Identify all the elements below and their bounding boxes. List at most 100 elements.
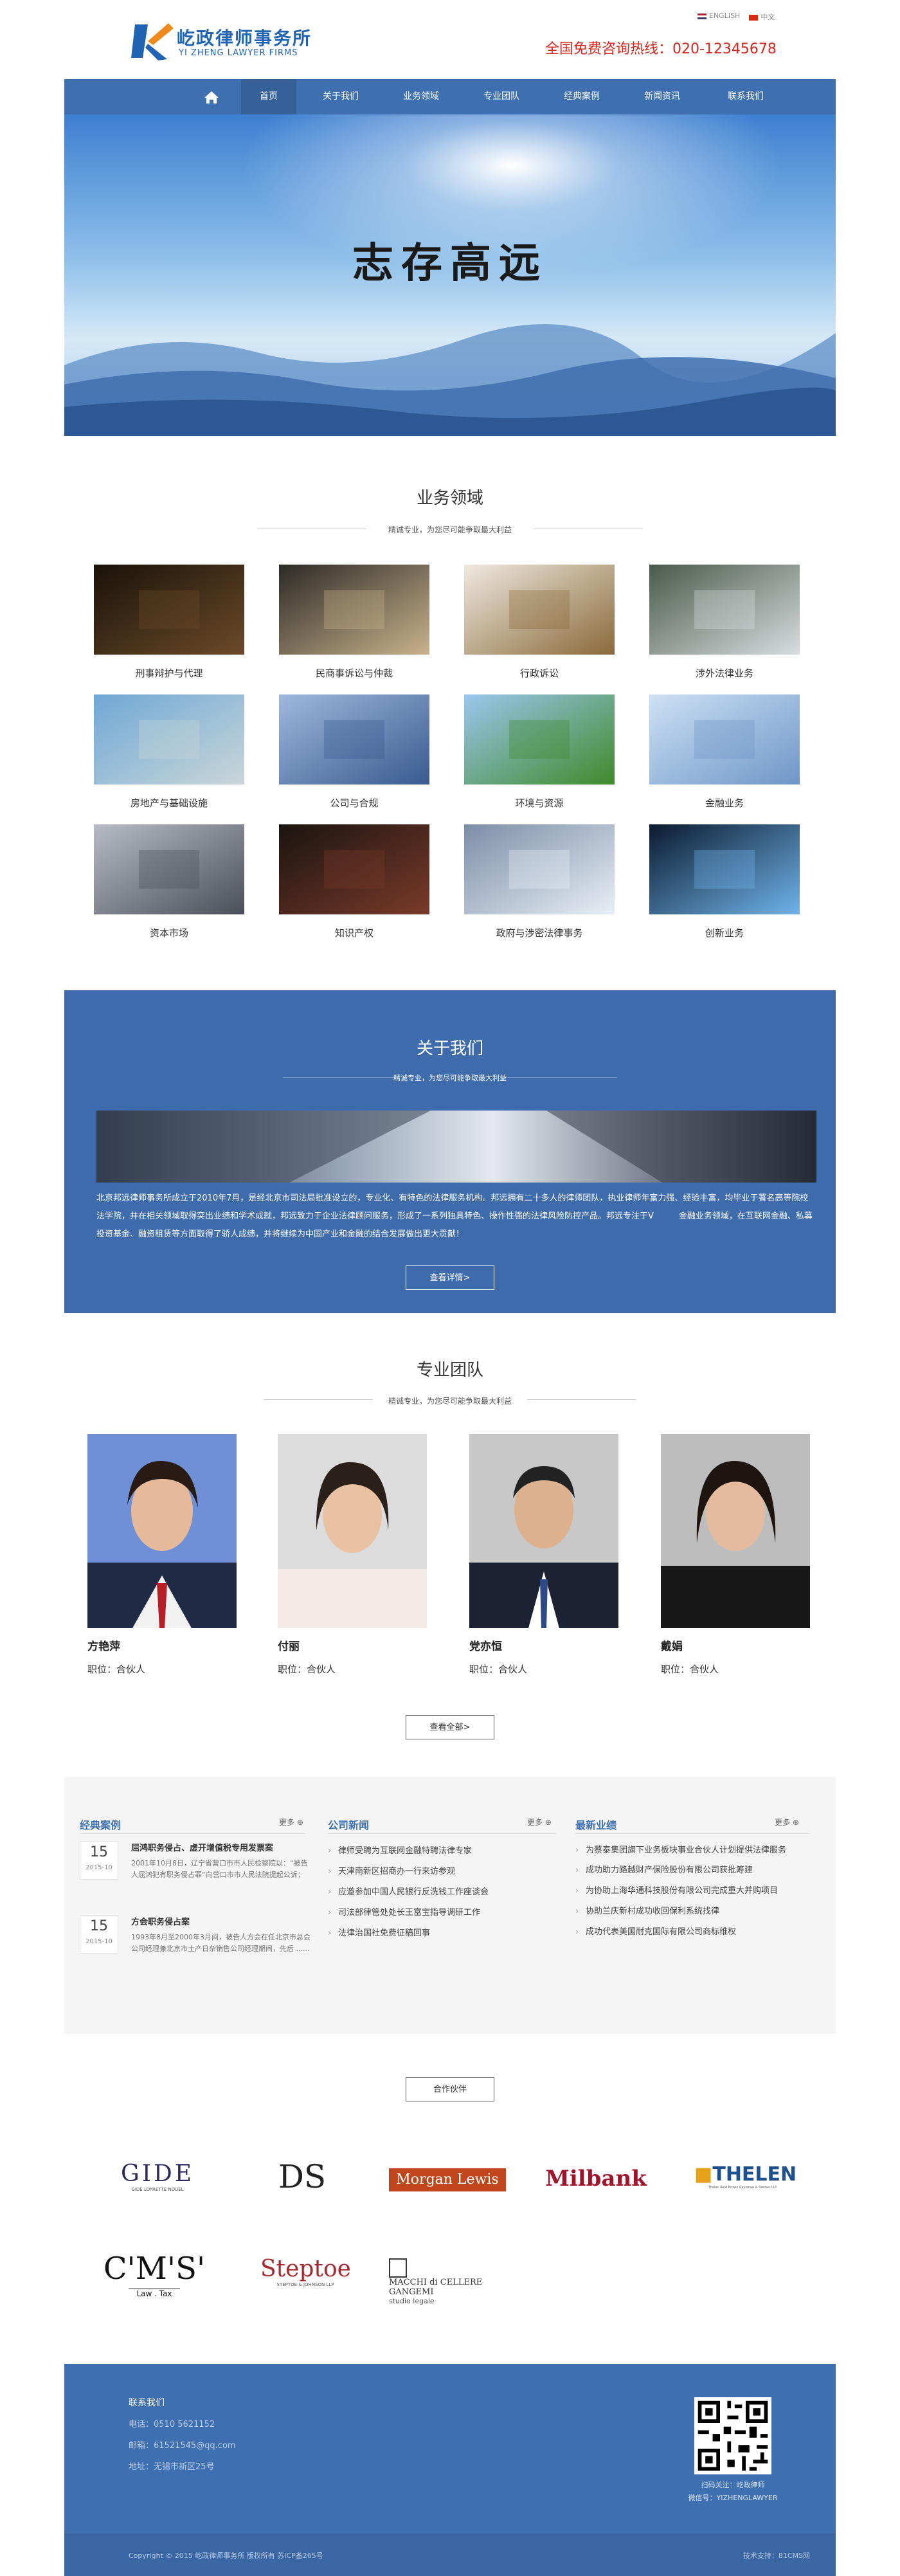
nav-item-about[interactable]: 关于我们	[309, 79, 373, 114]
news-item[interactable]: 天津南新区招商办一行来访参观	[328, 1862, 559, 1882]
footer-address: 地址：无锡市新区25号	[129, 2462, 215, 2472]
performance-item[interactable]: 为蔡泰集团旗下业务板块事业合伙人计划提供法律服务	[575, 1841, 813, 1860]
service-card[interactable]: 行政诉讼	[462, 565, 616, 680]
divider	[575, 1833, 810, 1834]
plus-icon: ⊕	[792, 1818, 799, 1827]
news-item[interactable]: 司法部律管处处长王富宝指导调研工作	[328, 1903, 559, 1923]
team-member-card[interactable]: 方艳萍 职位：合伙人	[87, 1434, 242, 1676]
news-item[interactable]: 律师受聘为互联网金融特聘法律专家	[328, 1841, 559, 1862]
cases-title[interactable]: 经典案例	[80, 1817, 121, 1832]
cases-more-link[interactable]: 更多 ⊕	[279, 1817, 303, 1828]
service-label: 公司与合规	[330, 797, 379, 809]
service-card[interactable]: 刑事辩护与代理	[92, 565, 246, 680]
case-description: 2001年10月8日，辽宁省营口市市人民检察院以：“被告人屈鸿犯有职务侵占罪”向…	[131, 1859, 308, 1879]
performance-item[interactable]: 成功助力路越财产保险股份有限公司获批筹建	[575, 1860, 813, 1881]
partner-logo-macchi[interactable]: MACCHI di CELLERE GANGEMI studio legale	[389, 2258, 518, 2305]
wechat-id: 微信号：YIZHENGLAWYER	[688, 2494, 778, 2502]
nav-item-team[interactable]: 专业团队	[469, 79, 534, 114]
service-label: 知识产权	[334, 927, 374, 939]
view-all-team-button[interactable]: 查看全部>	[406, 1715, 494, 1739]
logo-subtitle: YI ZHENG LAWYER FIRMS	[179, 48, 298, 58]
performance-title[interactable]: 最新业绩	[575, 1817, 616, 1832]
footer-bottom-bar: Copyright © 2015 屹政律师事务所 版权所有 苏ICP备265号 …	[64, 2534, 836, 2576]
performance-more-link[interactable]: 更多 ⊕	[775, 1817, 799, 1828]
team-subtitle: 精诚专业，为您尽可能争取最大利益	[388, 1397, 512, 1406]
divider	[328, 1833, 556, 1834]
partners-button[interactable]: 合作伙伴	[406, 2077, 494, 2101]
macchi-mark-icon	[389, 2258, 407, 2278]
performance-item[interactable]: 成功代表美国耐克国际有限公司商标维权	[575, 1922, 813, 1943]
wechat-qr-code	[694, 2397, 771, 2474]
nav-item-services[interactable]: 业务领域	[389, 79, 453, 114]
language-switcher: ENGLISH 中文	[698, 12, 775, 22]
member-role: 职位：合伙人	[87, 1664, 146, 1675]
performance-item[interactable]: 协助兰庆新村成功收回保利系统找律	[575, 1901, 813, 1922]
hero-banner: 志存高远	[64, 114, 836, 436]
service-image	[279, 694, 429, 785]
case-description: 1993年8月至2000年3月间，被告人方会在任北京市总会公司经理兼北京市土产日…	[131, 1933, 310, 1953]
lang-english-link[interactable]: ENGLISH	[698, 12, 740, 22]
case-title[interactable]: 方会职务侵占案	[131, 1915, 190, 1927]
service-image	[649, 694, 800, 785]
member-role: 职位：合伙人	[469, 1664, 528, 1675]
service-label: 刑事辩护与代理	[135, 667, 203, 679]
partner-logo-gide[interactable]: GIDE GIDE LOYRETTE NOUEL	[106, 2161, 209, 2192]
service-card[interactable]: 房地产与基础设施	[92, 694, 246, 810]
team-member-card[interactable]: 付丽 职位：合伙人	[278, 1434, 432, 1676]
partner-logo-milbank[interactable]: Milbank	[541, 2166, 651, 2191]
service-card[interactable]: 政府与涉密法律事务	[462, 824, 616, 939]
nav-item-home[interactable]: 首页	[241, 79, 296, 114]
member-photo	[469, 1434, 618, 1628]
thelen-mark-icon: ■	[694, 2163, 713, 2186]
tech-support-link[interactable]: 技术支持：81CMS网	[694, 2550, 810, 2561]
service-image	[464, 824, 615, 914]
service-label: 创新业务	[705, 927, 744, 939]
service-card[interactable]: 资本市场	[92, 824, 246, 939]
footer-email[interactable]: 邮箱：61521545@qq.com	[129, 2438, 236, 2451]
company-news-list: 律师受聘为互联网金融特聘法律专家 天津南新区招商办一行来访参观 应邀参加中国人民…	[328, 1841, 559, 1944]
partner-logo-morgan-lewis[interactable]: Morgan Lewis	[389, 2168, 506, 2191]
news-more-link[interactable]: 更多 ⊕	[527, 1817, 552, 1828]
company-news-title[interactable]: 公司新闻	[328, 1817, 369, 1832]
logo-icon[interactable]	[129, 19, 175, 66]
about-description: 北京邦远律师事务所成立于2010年7月，是经北京市司法局批准设立的，专业化、有特…	[96, 1193, 813, 1239]
about-details-button[interactable]: 查看详情>	[406, 1265, 494, 1290]
partner-logo-steptoe[interactable]: Steptoe STEPTOE & JOHNSON LLP	[260, 2256, 351, 2287]
lang-chinese-link[interactable]: 中文	[749, 12, 775, 22]
member-role: 职位：合伙人	[661, 1664, 719, 1675]
service-card[interactable]: 环境与资源	[462, 694, 616, 810]
case-title[interactable]: 屈鸿职务侵占、虚开增值税专用发票案	[131, 1841, 273, 1853]
service-image	[94, 824, 244, 914]
service-image	[279, 824, 429, 914]
hero-slogan: 志存高远	[352, 239, 548, 287]
team-member-card[interactable]: 党亦恒 职位：合伙人	[469, 1434, 624, 1676]
home-icon[interactable]	[203, 88, 221, 106]
about-building-image	[96, 1111, 816, 1183]
team-member-card[interactable]: 戴娟 职位：合伙人	[661, 1434, 815, 1676]
partner-logo-ds[interactable]: DS	[270, 2158, 334, 2195]
nav-item-news[interactable]: 新闻资讯	[630, 79, 694, 114]
nav-item-contact[interactable]: 联系我们	[714, 79, 778, 114]
nav-item-cases[interactable]: 经典案例	[550, 79, 614, 114]
member-name: 付丽	[278, 1640, 300, 1653]
service-card[interactable]: 民商事诉讼与仲裁	[277, 565, 431, 680]
news-item[interactable]: 应邀参加中国人民银行反洗钱工作座谈会	[328, 1882, 559, 1903]
partner-logo-cms[interactable]: C'M'S' Law . Tax	[96, 2251, 212, 2299]
member-name: 党亦恒	[469, 1640, 502, 1653]
about-title: 关于我们	[416, 1039, 483, 1058]
partner-logo-thelen[interactable]: ■THELEN Thelen Reid Brown Raysman & Stei…	[694, 2163, 797, 2190]
about-subtitle: 精诚专业，为您尽可能争取最大利益	[393, 1074, 507, 1082]
service-card[interactable]: 知识产权	[277, 824, 431, 939]
service-card[interactable]: 金融业务	[647, 694, 802, 810]
logo-title[interactable]: 屹政律师事务所	[177, 24, 312, 50]
service-image	[94, 565, 244, 655]
service-label: 资本市场	[149, 927, 188, 939]
news-item[interactable]: 法律治国社免费征稿回事	[328, 1923, 559, 1944]
service-card[interactable]: 创新业务	[647, 824, 802, 939]
performance-item[interactable]: 为协助上海华通科技股份有限公司完成重大并购项目	[575, 1881, 813, 1901]
service-card[interactable]: 涉外法律业务	[647, 565, 802, 680]
performance-list: 为蔡泰集团旗下业务板块事业合伙人计划提供法律服务 成功助力路越财产保险股份有限公…	[575, 1841, 813, 1943]
service-image	[464, 694, 615, 785]
service-card[interactable]: 公司与合规	[277, 694, 431, 810]
service-image	[649, 565, 800, 655]
